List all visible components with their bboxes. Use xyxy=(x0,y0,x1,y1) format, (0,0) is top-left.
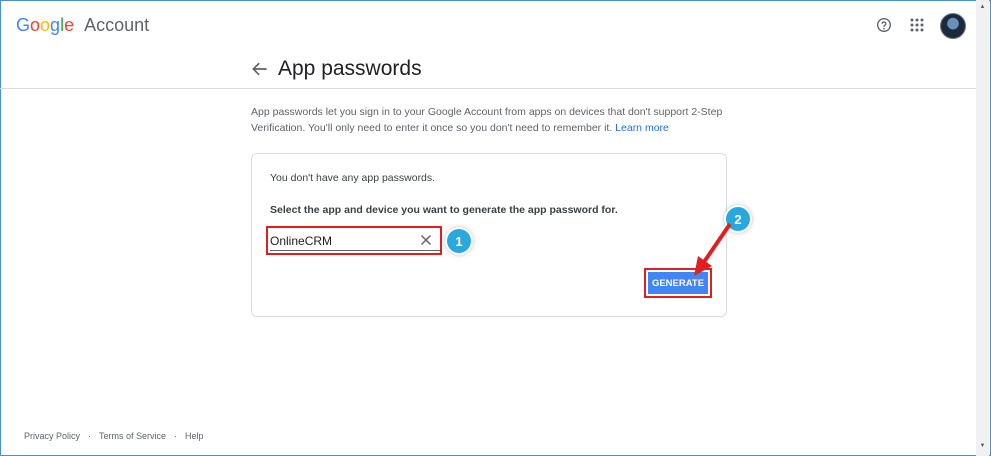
page-title: App passwords xyxy=(278,57,422,80)
clear-icon[interactable] xyxy=(420,234,432,246)
google-account-logo[interactable]: Google Account xyxy=(16,15,149,36)
logo-letter: o xyxy=(30,15,41,35)
account-avatar[interactable] xyxy=(940,13,966,39)
input-underline xyxy=(270,250,440,251)
help-link[interactable]: Help xyxy=(185,431,204,441)
scroll-up-icon[interactable]: ▲ xyxy=(979,4,986,11)
app-password-card: You don't have any app passwords. Select… xyxy=(251,153,727,317)
terms-of-service-link[interactable]: Terms of Service xyxy=(99,431,166,441)
learn-more-link[interactable]: Learn more xyxy=(615,122,669,134)
top-bar: Google Account xyxy=(0,0,976,50)
logo-letter: o xyxy=(40,15,51,35)
footer: Privacy Policy · Terms of Service · Help xyxy=(24,431,204,441)
select-app-label: Select the app and device you want to ge… xyxy=(270,204,618,216)
privacy-policy-link[interactable]: Privacy Policy xyxy=(24,431,80,441)
footer-separator: · xyxy=(174,431,178,441)
app-name-field-highlight xyxy=(266,226,442,255)
scroll-down-icon[interactable]: ▼ xyxy=(979,443,986,450)
logo-account-text: Account xyxy=(84,15,150,35)
callout-arrow-icon xyxy=(694,222,732,276)
no-passwords-message: You don't have any app passwords. xyxy=(270,172,436,184)
page-header: App passwords xyxy=(250,52,422,86)
apps-grid-icon[interactable] xyxy=(906,14,928,36)
back-arrow-icon[interactable] xyxy=(250,59,270,79)
logo-letter: G xyxy=(16,15,31,35)
app-name-input[interactable] xyxy=(270,230,410,251)
vertical-scrollbar[interactable]: ▲ ▼ xyxy=(976,0,989,456)
step-1-badge: 1 xyxy=(447,229,471,253)
logo-letter: g xyxy=(50,15,61,35)
help-circle-icon[interactable] xyxy=(873,14,895,36)
header-divider xyxy=(0,88,976,89)
footer-separator: · xyxy=(88,431,92,441)
logo-letter: e xyxy=(64,15,75,35)
page-description: App passwords let you sign in to your Go… xyxy=(251,105,741,136)
